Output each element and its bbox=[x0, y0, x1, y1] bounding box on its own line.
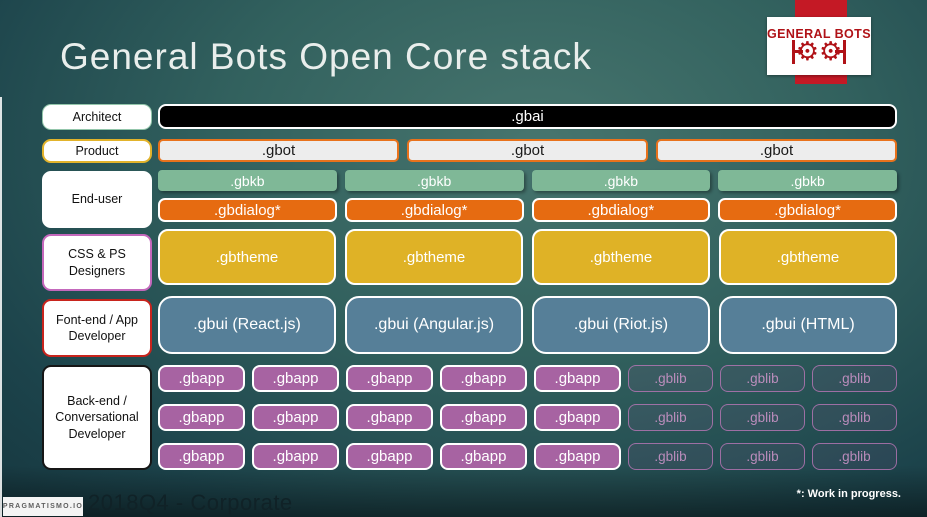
slide: { "slide": { "title": "General Bots Open… bbox=[0, 0, 927, 517]
row-label-frontend-app-developer: Font-end / App Developer bbox=[42, 299, 152, 357]
row-gbai: .gbai bbox=[158, 104, 897, 129]
gbkb-box: .gbkb bbox=[344, 170, 524, 191]
row-label-css-ps-designers: CSS & PS Designers bbox=[42, 234, 152, 291]
row-label-end-user: End-user bbox=[42, 171, 152, 228]
gbapp-box: .gbapp bbox=[440, 365, 527, 392]
gblib-box: .gblib bbox=[812, 365, 897, 392]
gbapp-box: .gbapp bbox=[534, 443, 621, 470]
gbkb-box: .gbkb bbox=[718, 170, 897, 191]
gbot-box: .gbot bbox=[158, 139, 399, 162]
backend-grid-row: .gbapp .gbapp .gbapp .gbapp .gbapp .gbli… bbox=[158, 365, 897, 392]
gbapp-box: .gbapp bbox=[252, 443, 339, 470]
gbkb-box: .gbkb bbox=[158, 170, 337, 191]
gbapp-box: .gbapp bbox=[440, 443, 527, 470]
gblib-box: .gblib bbox=[720, 443, 805, 470]
work-in-progress-footnote: *: Work in progress. bbox=[796, 488, 901, 500]
row-label-product: Product bbox=[42, 139, 152, 163]
gbapp-box: .gbapp bbox=[346, 365, 433, 392]
gbtheme-box: .gbtheme bbox=[158, 229, 336, 285]
gbapp-box: .gbapp bbox=[158, 443, 245, 470]
row-label-backend-conversational-developer: Back-end / Conversational Developer bbox=[42, 365, 152, 470]
gbapp-box: .gbapp bbox=[252, 365, 339, 392]
page-title: General Bots Open Core stack bbox=[60, 36, 592, 77]
backend-grid-row: .gbapp .gbapp .gbapp .gbapp .gbapp .gbli… bbox=[158, 443, 897, 470]
two-gears-icon: ⚙ ⚙ bbox=[791, 39, 847, 65]
footer-version-text: 2018Q4 - Corporate bbox=[88, 490, 293, 515]
row-gbkb: .gbkb .gbkb .gbkb .gbkb bbox=[158, 170, 897, 191]
row-gbui: .gbui (React.js) .gbui (Angular.js) .gbu… bbox=[158, 296, 897, 354]
gbdialog-box: .gbdialog* bbox=[158, 198, 337, 222]
gblib-box: .gblib bbox=[812, 404, 897, 431]
gbui-html-box: .gbui (HTML) bbox=[719, 296, 897, 354]
row-gbdialog: .gbdialog* .gbdialog* .gbdialog* .gbdial… bbox=[158, 198, 897, 222]
gbapp-box: .gbapp bbox=[534, 365, 621, 392]
gbot-box: .gbot bbox=[656, 139, 897, 162]
gear-bar-left bbox=[791, 40, 803, 64]
gbapp-box: .gbapp bbox=[158, 404, 245, 431]
gblib-box: .gblib bbox=[720, 365, 805, 392]
backend-grid: .gbapp .gbapp .gbapp .gbapp .gbapp .gbli… bbox=[158, 365, 897, 470]
row-label-architect: Architect bbox=[42, 104, 152, 130]
pragmatismo-brand-badge: PRAGMATISMO.IO bbox=[3, 497, 83, 516]
gbui-riot-box: .gbui (Riot.js) bbox=[532, 296, 710, 354]
gear-bar-right bbox=[835, 40, 847, 64]
gblib-box: .gblib bbox=[720, 404, 805, 431]
gblib-box: .gblib bbox=[628, 443, 713, 470]
backend-grid-row: .gbapp .gbapp .gbapp .gbapp .gbapp .gbli… bbox=[158, 404, 897, 431]
gbtheme-box: .gbtheme bbox=[719, 229, 897, 285]
row-gbtheme: .gbtheme .gbtheme .gbtheme .gbtheme bbox=[158, 229, 897, 285]
gbui-angular-box: .gbui (Angular.js) bbox=[345, 296, 523, 354]
general-bots-logo: GENERAL BOTS ⚙ ⚙ bbox=[767, 17, 871, 75]
gbdialog-box: .gbdialog* bbox=[531, 198, 711, 222]
slide-left-edge bbox=[0, 97, 2, 517]
gbapp-box: .gbapp bbox=[252, 404, 339, 431]
gbdialog-box: .gbdialog* bbox=[344, 198, 524, 222]
gbapp-box: .gbapp bbox=[534, 404, 621, 431]
gbdialog-box: .gbdialog* bbox=[718, 198, 897, 222]
gbtheme-box: .gbtheme bbox=[532, 229, 710, 285]
gbkb-box: .gbkb bbox=[531, 170, 711, 191]
gblib-box: .gblib bbox=[628, 404, 713, 431]
gbapp-box: .gbapp bbox=[440, 404, 527, 431]
gblib-box: .gblib bbox=[628, 365, 713, 392]
gbapp-box: .gbapp bbox=[346, 443, 433, 470]
gblib-box: .gblib bbox=[812, 443, 897, 470]
gbapp-box: .gbapp bbox=[346, 404, 433, 431]
gbtheme-box: .gbtheme bbox=[345, 229, 523, 285]
gbui-react-box: .gbui (React.js) bbox=[158, 296, 336, 354]
gbot-box: .gbot bbox=[407, 139, 648, 162]
row-gbot: .gbot .gbot .gbot bbox=[158, 139, 897, 162]
gbai-box: .gbai bbox=[158, 104, 897, 129]
gbapp-box: .gbapp bbox=[158, 365, 245, 392]
